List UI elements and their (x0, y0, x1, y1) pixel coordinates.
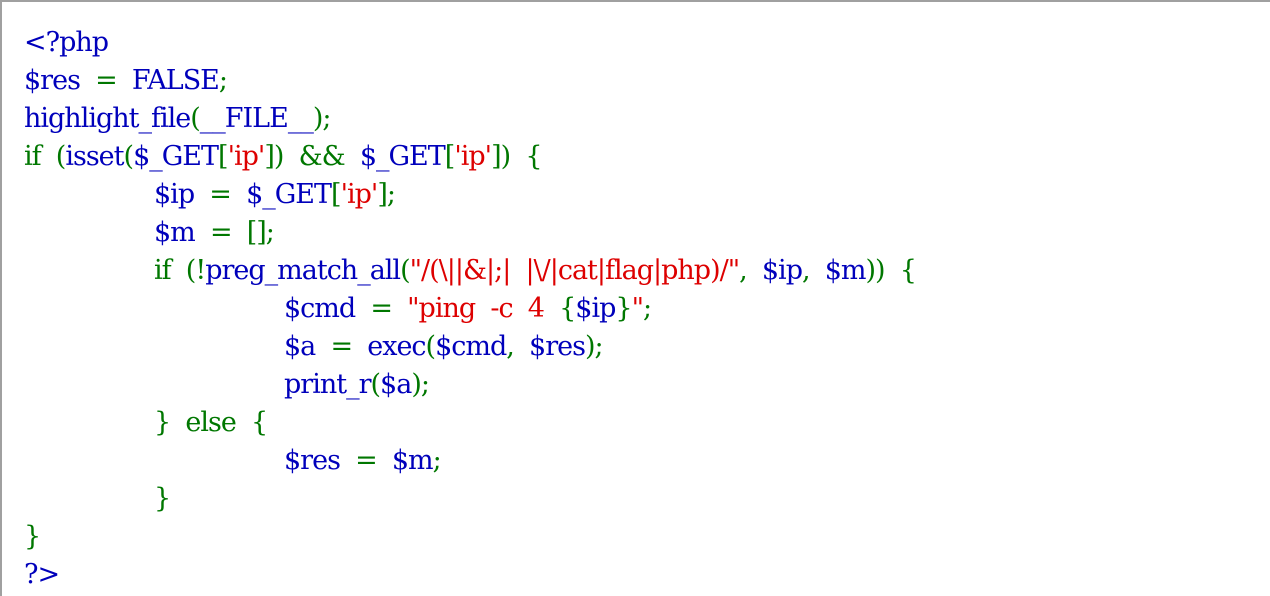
code-token-default: $ip (154, 179, 195, 210)
code-line: $a = exec($cmd, $res); (24, 328, 916, 366)
code-token-keyword: } (154, 483, 171, 514)
code-token-string: 'ip' (227, 141, 266, 172)
code-token-default: $res (529, 331, 586, 362)
code-token-default: isset (65, 141, 124, 172)
code-token-keyword: ( (370, 369, 381, 400)
code-token-keyword: { (559, 293, 576, 324)
code-token-string: 'ip' (454, 141, 492, 172)
code-token-keyword: ; (218, 65, 228, 96)
code-token-keyword: [ (444, 141, 456, 172)
code-token-keyword: ; (432, 445, 442, 476)
code-token-default: highlight_file (24, 103, 191, 134)
code-line: } (24, 518, 916, 556)
code-line: $ip = $_GET['ip']; (24, 176, 916, 214)
code-token-keyword: , (801, 255, 825, 286)
source-code-panel: <?php $res = FALSE; highlight_file(__FILE_… (0, 0, 1270, 596)
code-token-keyword: } (615, 293, 632, 324)
code-line: highlight_file(__FILE__); (24, 100, 916, 138)
code-token-keyword: ]; (377, 179, 396, 210)
code-token-keyword: , (739, 255, 762, 286)
code-token-default: $m (824, 255, 867, 286)
code-token-keyword: ]) { (491, 141, 542, 172)
code-token-keyword: ; (642, 293, 652, 324)
code-token-keyword: = (339, 445, 392, 476)
code-token-keyword: ( (425, 331, 437, 362)
code-token-default: $_GET (359, 141, 446, 172)
code-line: print_r($a); (24, 366, 916, 404)
code-token-keyword: = (315, 331, 368, 362)
code-token-default: $res (24, 65, 81, 96)
code-token-keyword: ( (400, 255, 411, 286)
code-token-default: $m (391, 445, 434, 476)
code-token-default: print_r (284, 369, 371, 400)
code-token-keyword: ]) && (264, 141, 360, 172)
code-token-string: "/(\||&|;| |\/|cat|flag|php)/" (409, 255, 740, 286)
code-token-keyword: = (355, 293, 408, 324)
code-token-keyword: [ (218, 141, 229, 172)
code-token-keyword: = (194, 179, 247, 210)
code-token-default: $res (284, 445, 341, 476)
code-token-default: $ip (761, 255, 803, 286)
code-token-default: $a (284, 331, 316, 362)
code-line: } (24, 480, 916, 518)
code-token-default: __FILE__ (199, 103, 314, 134)
code-token-default: ?> (24, 559, 60, 590)
code-token-keyword: } else { (154, 407, 268, 438)
code-token-keyword: ( (190, 103, 201, 134)
code-line: ?> (24, 556, 916, 594)
code-token-keyword: ); (584, 331, 604, 362)
code-line: $res = FALSE; (24, 62, 916, 100)
code-token-string: 'ip' (340, 179, 379, 210)
code-token-default: $_GET (246, 179, 332, 210)
code-token-keyword: if (! (154, 255, 206, 286)
code-token-keyword: ); (411, 369, 430, 400)
code-line: $cmd = "ping -c 4 {$ip}"; (24, 290, 916, 328)
code-token-keyword: [ (331, 179, 342, 210)
code-token-keyword: } (24, 521, 41, 552)
code-token-string: " (631, 293, 644, 324)
code-token-default: <?php (24, 27, 109, 58)
code-token-default: preg_match_all (205, 255, 401, 286)
code-token-default: exec (367, 331, 426, 362)
code-line: <?php (24, 24, 916, 62)
code-token-default: FALSE (131, 65, 220, 96)
code-token-default: $a (380, 369, 412, 400)
code-token-keyword: , (506, 331, 530, 362)
code-token-default: $cmd (435, 331, 507, 362)
code-token-keyword: ( (123, 141, 135, 172)
code-line: $m = []; (24, 214, 916, 252)
code-token-keyword: = []; (194, 217, 275, 248)
code-token-default: $ip (575, 293, 616, 324)
code-line: $res = $m; (24, 442, 916, 480)
code-token-keyword: )) { (865, 255, 917, 286)
code-token-keyword: if ( (24, 141, 66, 172)
code-token-default: $cmd (284, 293, 356, 324)
code-token-string: "ping -c 4 (407, 293, 560, 324)
code-token-keyword: ); (312, 103, 332, 134)
code-line: if (isset($_GET['ip']) && $_GET['ip']) { (24, 138, 916, 176)
code-token-default: $_GET (133, 141, 219, 172)
code-token-default: $m (154, 217, 196, 248)
code-line: if (!preg_match_all("/(\||&|;| |\/|cat|f… (24, 252, 917, 290)
code-line: } else { (24, 404, 916, 442)
highlighted-php-code: <?php $res = FALSE; highlight_file(__FILE_… (24, 24, 917, 594)
code-token-keyword: = (79, 65, 132, 96)
